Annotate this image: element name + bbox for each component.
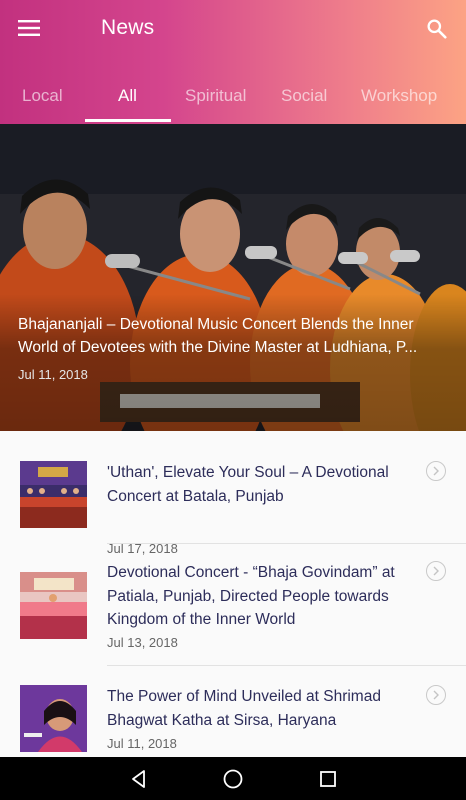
featured-article[interactable]: Bhajananjali – Devotional Music Concert … bbox=[0, 124, 466, 431]
article-title[interactable]: The Power of Mind Unveiled at Shrimad Bh… bbox=[107, 685, 419, 732]
featured-article-title[interactable]: Bhajananjali – Devotional Music Concert … bbox=[18, 313, 450, 359]
article-date: Jul 11, 2018 bbox=[107, 736, 177, 751]
hamburger-menu-icon bbox=[18, 20, 40, 36]
system-navigation-bar bbox=[0, 757, 466, 800]
chevron-right-circle-icon[interactable] bbox=[426, 561, 446, 581]
app-bar: News Local All Spiritual Social Workshop bbox=[0, 0, 466, 124]
back-triangle-icon bbox=[132, 770, 145, 788]
chevron-right-circle-icon[interactable] bbox=[426, 685, 446, 705]
home-circle-icon bbox=[223, 769, 243, 789]
tab-social[interactable]: Social bbox=[281, 86, 327, 106]
article-thumbnail-image bbox=[20, 572, 87, 639]
article-thumbnail bbox=[20, 685, 87, 752]
back-button[interactable] bbox=[126, 766, 152, 792]
menu-button[interactable] bbox=[12, 14, 46, 42]
divider bbox=[107, 543, 466, 544]
search-icon bbox=[426, 18, 447, 39]
article-thumbnail bbox=[20, 461, 87, 528]
article-thumbnail-image bbox=[20, 685, 87, 752]
recents-square-icon bbox=[320, 771, 336, 787]
active-tab-indicator bbox=[85, 119, 171, 122]
article-date: Jul 13, 2018 bbox=[107, 635, 178, 650]
search-button[interactable] bbox=[422, 14, 450, 42]
featured-article-date: Jul 11, 2018 bbox=[18, 367, 88, 382]
tab-local[interactable]: Local bbox=[22, 86, 63, 106]
article-title[interactable]: 'Uthan', Elevate Your Soul – A Devotiona… bbox=[107, 461, 419, 508]
category-tabs: Local All Spiritual Social Workshop bbox=[0, 78, 466, 124]
tab-spiritual[interactable]: Spiritual bbox=[185, 86, 246, 106]
chevron-right-circle-icon[interactable] bbox=[426, 461, 446, 481]
home-button[interactable] bbox=[220, 766, 246, 792]
recents-button[interactable] bbox=[315, 766, 341, 792]
article-title[interactable]: Devotional Concert - “Bhaja Govindam” at… bbox=[107, 561, 419, 632]
article-list: 'Uthan', Elevate Your Soul – A Devotiona… bbox=[0, 431, 466, 757]
article-thumbnail bbox=[20, 572, 87, 639]
page-title: News bbox=[101, 16, 155, 39]
divider bbox=[107, 665, 466, 666]
tab-all[interactable]: All bbox=[118, 86, 137, 106]
tab-workshop[interactable]: Workshop bbox=[361, 86, 437, 106]
article-thumbnail-image bbox=[20, 461, 87, 528]
